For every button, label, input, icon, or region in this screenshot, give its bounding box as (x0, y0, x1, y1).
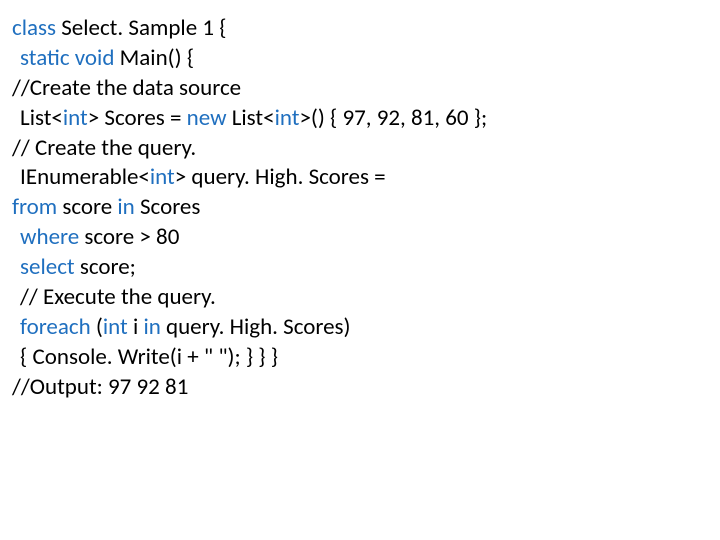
text-token: List< (20, 104, 63, 132)
keyword-token: from (12, 193, 62, 221)
keyword-token: int (275, 104, 300, 132)
code-line: IEnumerable<int> query. High. Scores = (12, 163, 708, 193)
text-token: //Output: 97 92 81 (12, 373, 188, 401)
keyword-token: in (143, 313, 166, 341)
text-token: score > 80 (84, 223, 179, 251)
text-token: query. High. Scores) (166, 313, 351, 341)
text-token: { Console. Write(i + " "); } } } (20, 343, 278, 371)
code-line: //Create the data source (12, 74, 708, 104)
text-token: Main() { (120, 44, 194, 72)
keyword-token: static void (20, 44, 120, 72)
code-line: { Console. Write(i + " "); } } } (12, 343, 708, 373)
text-token: > Scores = (88, 104, 187, 132)
text-token: Scores (140, 193, 200, 221)
code-line: // Create the query. (12, 134, 708, 164)
text-token: ( (96, 313, 103, 341)
keyword-token: int (150, 163, 175, 191)
code-line: List<int> Scores = new List<int>() { 97,… (12, 104, 708, 134)
keyword-token: in (117, 193, 140, 221)
keyword-token: select (20, 253, 80, 281)
text-token: score (62, 193, 117, 221)
text-token: //Create the data source (12, 74, 241, 102)
text-token: > query. High. Scores = (175, 163, 386, 191)
text-token: score; (80, 253, 136, 281)
text-token: // Create the query. (12, 134, 196, 162)
keyword-token: where (20, 223, 84, 251)
code-line: from score in Scores (12, 193, 708, 223)
keyword-token: foreach (20, 313, 96, 341)
keyword-token: int (63, 104, 88, 132)
keyword-token: int (103, 313, 133, 341)
text-token: >() { 97, 92, 81, 60 }; (299, 104, 487, 132)
code-line: foreach (int i in query. High. Scores) (12, 313, 708, 343)
code-line: static void Main() { (12, 44, 708, 74)
text-token: Select. Sample 1 { (61, 14, 226, 42)
text-token: IEnumerable< (20, 163, 150, 191)
text-token: List< (232, 104, 275, 132)
text-token: i (133, 313, 143, 341)
code-line: // Execute the query. (12, 283, 708, 313)
code-block: class Select. Sample 1 {static void Main… (12, 14, 708, 403)
code-line: class Select. Sample 1 { (12, 14, 708, 44)
keyword-token: new (187, 104, 232, 132)
keyword-token: class (12, 14, 61, 42)
code-line: //Output: 97 92 81 (12, 373, 708, 403)
text-token: // Execute the query. (20, 283, 216, 311)
code-line: where score > 80 (12, 223, 708, 253)
code-line: select score; (12, 253, 708, 283)
